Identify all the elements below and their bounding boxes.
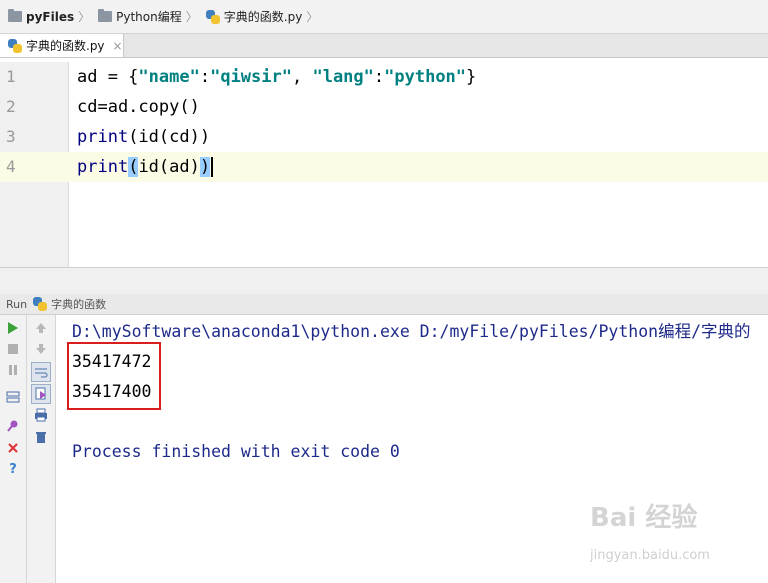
editor-tab-bar: 字典的函数.py ×	[0, 34, 768, 58]
python-file-icon	[8, 38, 22, 53]
line-number: 1	[6, 67, 16, 86]
code-text: ad = {"name":"qiwsir", "lang":"python"}	[77, 67, 477, 87]
code-line-current[interactable]: 4 print(id(ad))	[0, 152, 768, 182]
code-line[interactable]: 2 cd=ad.copy()	[0, 92, 768, 122]
print-icon[interactable]	[33, 407, 49, 423]
tab-file[interactable]: 字典的函数.py ×	[0, 34, 124, 57]
help-icon[interactable]: ?	[5, 461, 21, 477]
line-number: 2	[6, 97, 16, 116]
breadcrumb-label: Python编程	[116, 10, 182, 24]
breadcrumb-label: pyFiles	[26, 9, 75, 24]
breadcrumb-item-file[interactable]: 字典的函数.py 〉	[198, 0, 319, 33]
pause-icon[interactable]	[5, 362, 21, 378]
chevron-right-icon: 〉	[78, 10, 91, 24]
code-text: print(id(cd))	[77, 127, 211, 147]
chevron-right-icon: 〉	[185, 10, 198, 24]
tab-label: 字典的函数.py	[26, 39, 105, 53]
watermark-logo: Bai 经验	[590, 503, 698, 533]
run-title: Run	[6, 297, 28, 311]
breadcrumb-item-folder[interactable]: Python编程 〉	[90, 0, 198, 33]
navigation-bar: pyFiles 〉 Python编程 〉 字典的函数.py 〉	[0, 0, 768, 34]
highlight-box	[67, 342, 161, 410]
pin-icon[interactable]	[5, 418, 21, 434]
stop-icon[interactable]	[5, 341, 21, 357]
python-file-icon	[33, 297, 48, 311]
layout-icon[interactable]	[5, 389, 21, 405]
line-number: 3	[6, 127, 16, 146]
code-text: print(id(ad))	[77, 152, 214, 182]
scroll-to-end-icon[interactable]	[31, 384, 51, 404]
console-exit-message: Process finished with exit code 0	[72, 442, 400, 461]
run-config-name: 字典的函数	[51, 298, 107, 311]
folder-icon	[8, 9, 22, 22]
run-toolbar-secondary	[27, 315, 56, 583]
run-toolbar: ?	[0, 315, 27, 583]
line-number: 4	[6, 157, 16, 176]
breadcrumb-item-project[interactable]: pyFiles 〉	[0, 0, 90, 33]
run-panel-header: Run 字典的函数	[0, 294, 768, 315]
code-text: cd=ad.copy()	[77, 97, 200, 117]
code-line[interactable]: 1 ad = {"name":"qiwsir", "lang":"python"…	[0, 62, 768, 92]
arrow-up-icon[interactable]	[33, 320, 49, 336]
python-file-icon	[205, 9, 220, 24]
chevron-right-icon: 〉	[306, 10, 319, 24]
text-caret	[211, 157, 214, 177]
trash-icon[interactable]	[33, 429, 49, 445]
arrow-down-icon[interactable]	[33, 341, 49, 357]
code-line[interactable]: 3 print(id(cd))	[0, 122, 768, 152]
close-icon[interactable]	[5, 440, 21, 456]
editor-bottom-area	[0, 267, 768, 294]
console-command: D:\mySoftware\anaconda1\python.exe D:/my…	[72, 322, 751, 341]
console-output[interactable]: D:\mySoftware\anaconda1\python.exe D:/my…	[56, 315, 768, 583]
code-editor[interactable]: 1 ad = {"name":"qiwsir", "lang":"python"…	[0, 62, 768, 267]
soft-wrap-icon[interactable]	[31, 362, 51, 382]
watermark-url: jingyan.baidu.com	[590, 548, 710, 563]
breadcrumb-label: 字典的函数.py	[223, 10, 303, 24]
rerun-icon[interactable]	[5, 320, 21, 336]
folder-icon	[98, 9, 113, 22]
close-icon[interactable]: ×	[113, 39, 123, 53]
